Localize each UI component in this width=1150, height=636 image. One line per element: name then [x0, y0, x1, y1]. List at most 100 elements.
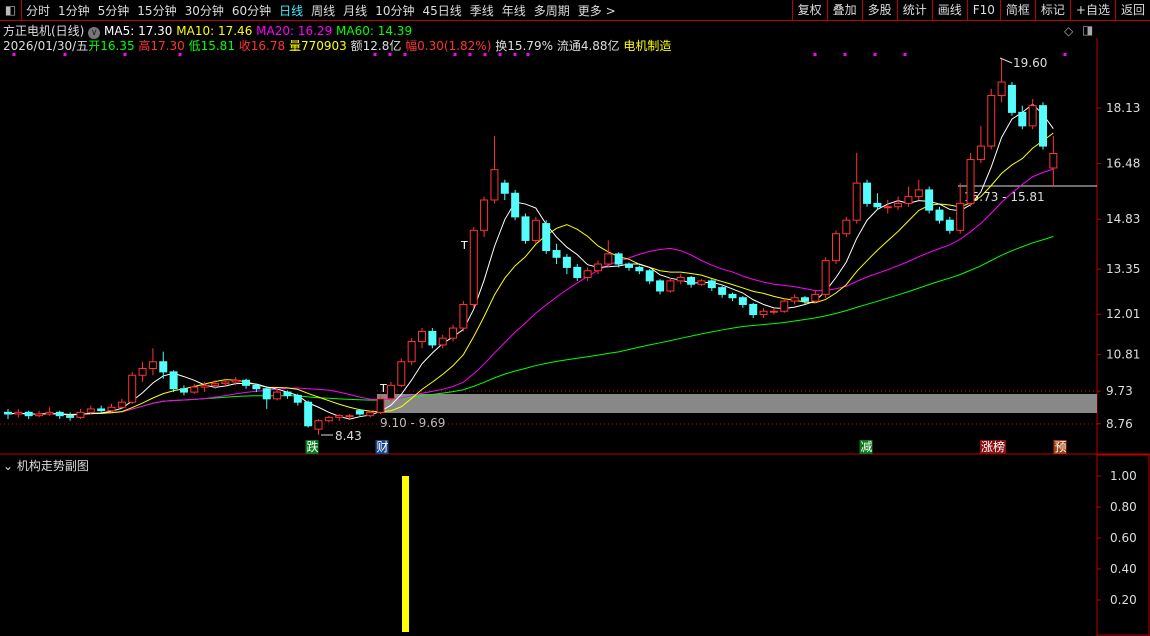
event-marker-text: 财 — [377, 440, 389, 454]
candle-body — [718, 287, 727, 295]
candle-body — [945, 219, 954, 231]
sub-tick-label: 1.00 — [1110, 469, 1137, 483]
candle-body — [449, 327, 458, 339]
signal-dot — [12, 53, 16, 56]
event-marker-text: 跌 — [307, 439, 319, 454]
candle-body — [645, 270, 654, 282]
candle-body — [14, 411, 23, 415]
candle-body — [583, 270, 592, 279]
candle-body — [728, 293, 737, 299]
event-marker-text: 预 — [1055, 440, 1067, 454]
price-zone-band — [377, 394, 1097, 413]
candle-body — [1039, 105, 1047, 147]
candle-body — [86, 408, 95, 413]
candle-body — [200, 384, 209, 388]
candle-body — [656, 280, 665, 292]
candle-body — [376, 398, 385, 413]
candle-body — [190, 386, 199, 393]
candle-body — [925, 189, 934, 211]
signal-dot — [903, 53, 907, 56]
candle-body — [304, 401, 313, 427]
sub-tick-label: 0.60 — [1110, 531, 1137, 545]
candle-body — [397, 361, 406, 386]
candle-body — [852, 182, 861, 221]
candle-body — [832, 233, 840, 262]
candle-body — [76, 411, 85, 418]
candle-body — [707, 280, 716, 289]
candle-body — [573, 266, 582, 279]
candle-body — [614, 253, 623, 265]
candle-body — [1028, 105, 1037, 127]
signal-dot — [468, 53, 472, 56]
price-tick-label: 16.48 — [1106, 157, 1140, 171]
signal-dot — [1063, 53, 1067, 56]
candle-body — [1007, 84, 1016, 113]
candle-body — [128, 374, 137, 403]
candle-body — [780, 300, 789, 312]
candle-body — [790, 297, 799, 302]
candle-body — [148, 361, 157, 370]
candle-body — [863, 182, 872, 204]
candle-body — [604, 253, 613, 265]
candle-body — [635, 266, 644, 272]
signal-dot — [388, 53, 392, 56]
candle-body — [997, 81, 1006, 97]
collapse-icon[interactable]: ⌄ — [3, 459, 13, 473]
candle-body — [459, 303, 468, 329]
signal-dot — [513, 53, 517, 56]
candle-body — [283, 391, 292, 396]
candle-body — [107, 406, 116, 412]
candle-body — [138, 368, 147, 376]
price-tick-label: 13.35 — [1106, 262, 1140, 276]
candle-body — [759, 310, 768, 316]
candle-body — [625, 263, 633, 268]
candle-body — [873, 202, 882, 208]
price-tick-label: 8.76 — [1106, 417, 1133, 431]
candle-body — [335, 415, 344, 418]
candle-body — [242, 379, 251, 386]
signal-dot — [403, 53, 407, 56]
signal-dot — [498, 53, 502, 56]
t-mark: T — [379, 382, 387, 395]
candle-body — [55, 411, 64, 417]
subchart-header: ⌄ 机构走势副图 — [3, 457, 89, 474]
price-tick-label: 18.13 — [1106, 101, 1140, 115]
sub-tick-label: 0.80 — [1110, 500, 1137, 514]
support-label: 15.73 - 15.81 — [964, 190, 1045, 204]
candle-body — [117, 401, 126, 408]
signal-dot — [526, 53, 530, 56]
signal-dot — [453, 53, 457, 56]
sub-tick-label: 0.20 — [1110, 593, 1137, 607]
candle-body — [231, 379, 240, 383]
kline-chart: 9.10 - 9.69 15.73 - 15.81 19.60 8.43 T T 跌 财 减 涨榜… — [0, 38, 1150, 636]
signal-dot — [873, 53, 877, 56]
candle-body — [542, 223, 551, 252]
signal-dot — [123, 53, 127, 56]
candle-body — [386, 384, 395, 400]
candle-body — [749, 303, 758, 316]
signal-dot — [178, 53, 182, 56]
candle-body — [697, 280, 706, 285]
candle-body — [894, 202, 903, 208]
signal-dot — [843, 53, 847, 56]
candle-body — [914, 189, 923, 198]
candle-body — [355, 410, 364, 415]
candle-body — [45, 411, 54, 415]
institution-bar — [402, 476, 409, 632]
candle-body — [418, 330, 426, 343]
candle-body — [66, 415, 75, 418]
candle-body — [521, 216, 530, 241]
candle-body — [211, 383, 219, 386]
candle-body — [273, 391, 282, 400]
price-tick-label: 12.01 — [1106, 307, 1140, 321]
low-label: 8.43 — [335, 429, 362, 443]
candle-body — [179, 388, 188, 393]
candle-body — [966, 159, 975, 204]
candle-body — [738, 297, 747, 305]
candle-body — [221, 381, 230, 385]
event-marker-text: 涨榜 — [981, 439, 1005, 454]
signal-dot — [483, 53, 487, 56]
candle-body — [687, 277, 696, 285]
candle-body — [821, 260, 830, 295]
candle-body — [35, 413, 44, 417]
